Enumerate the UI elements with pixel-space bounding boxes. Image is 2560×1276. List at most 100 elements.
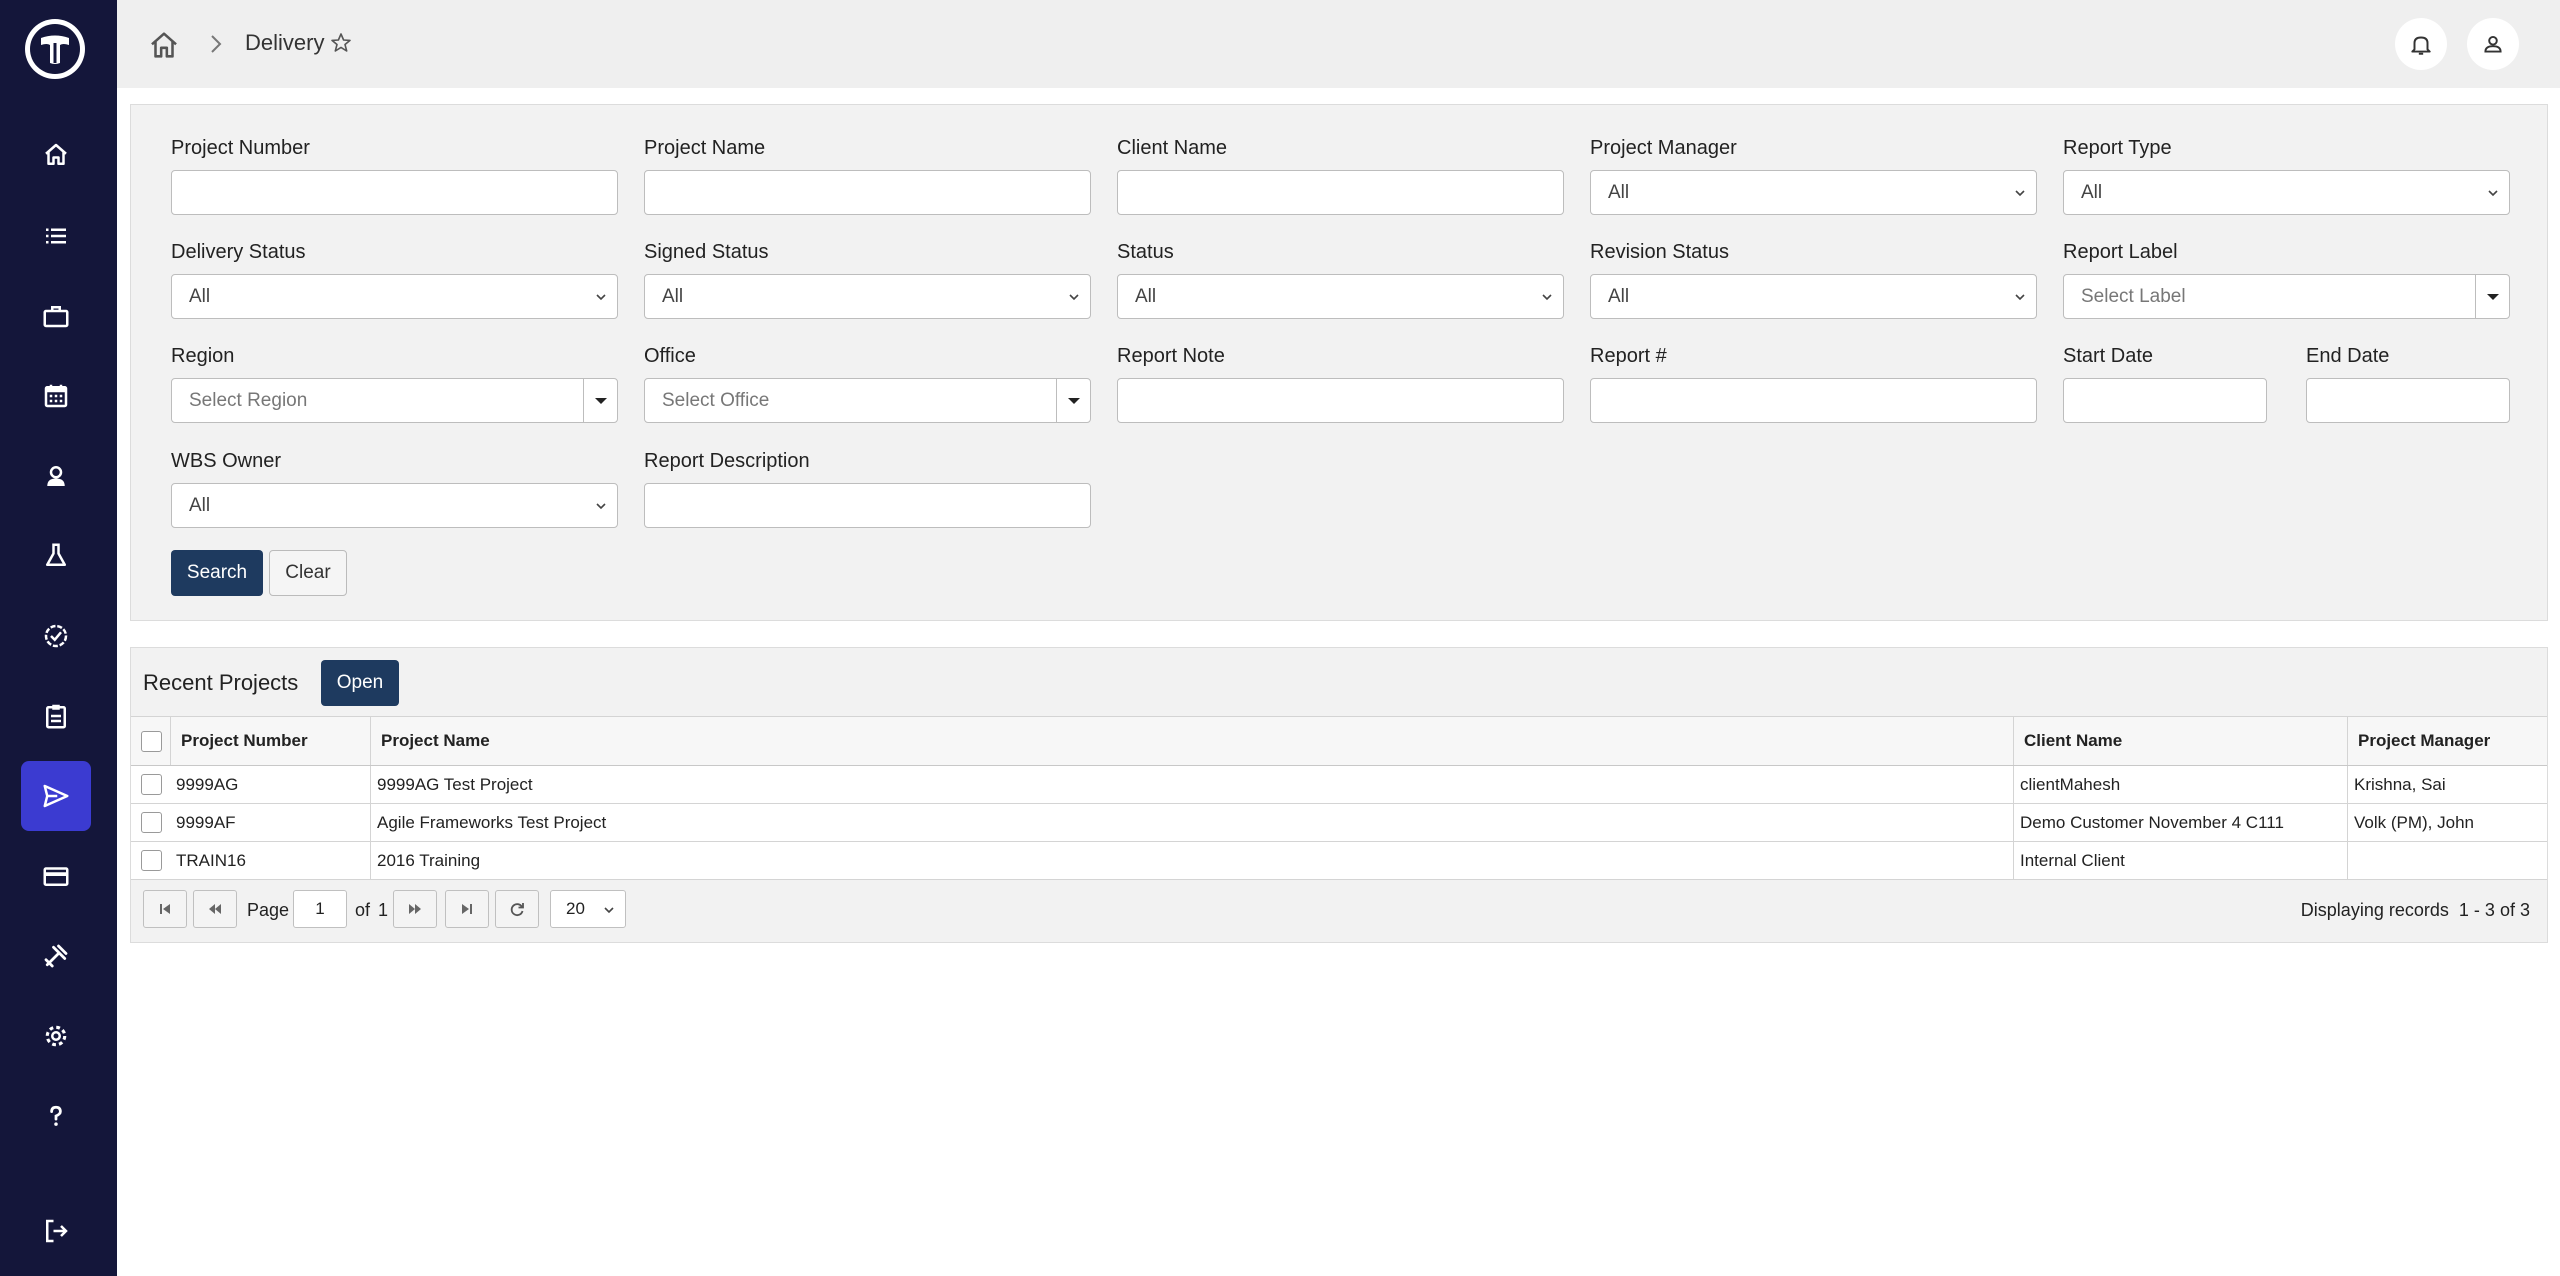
start-date-input[interactable] [2063,378,2267,423]
refresh-button[interactable] [495,890,539,928]
user-menu-button[interactable] [2467,18,2519,70]
wbs-owner-select[interactable]: All [171,483,618,528]
chevron-down-icon [596,294,606,301]
project-manager-cell: Krishna, Sai [2347,766,2547,803]
row-select-cell [131,842,170,879]
company-logo[interactable] [25,19,85,79]
column-header-client-name[interactable]: Client Name [2013,717,2347,765]
open-button[interactable]: Open [321,660,399,706]
caret-down-icon [594,397,607,404]
row-checkbox[interactable] [141,812,162,833]
chevron-down-icon [596,503,606,510]
records-range-end: 3 [2484,900,2495,920]
sidebar-item-billing[interactable] [21,841,91,911]
grid-header-row: Project Number Project Name Client Name … [131,716,2547,766]
table-row[interactable]: 9999AG 9999AG Test Project clientMahesh … [131,766,2547,804]
region-dropdown-button[interactable] [583,379,617,422]
wbs-owner-label: WBS Owner [171,450,282,472]
delivery-status-select[interactable]: All [171,274,618,319]
office-dropdown-button[interactable] [1056,379,1090,422]
report-number-input[interactable] [1590,378,2037,423]
chevron-down-icon [604,907,614,914]
select-all-checkbox[interactable] [141,730,162,752]
sidebar-item-reports[interactable] [21,681,91,751]
page-number-input[interactable]: 1 [293,890,347,928]
office-combo[interactable]: Select Office [644,378,1091,423]
project-manager-value: All [1608,181,1630,203]
report-type-label: Report Type [2063,137,2172,159]
chevron-down-icon [1542,294,1552,301]
column-header-project-manager[interactable]: Project Manager [2347,717,2547,765]
status-select[interactable]: All [1117,274,1564,319]
sidebar-item-lab[interactable] [21,521,91,591]
project-name-label: Project Name [644,137,766,159]
report-note-input[interactable] [1117,378,1564,423]
logo-glyph [41,35,69,64]
region-placeholder: Select Region [189,389,308,411]
client-name-input[interactable] [1117,170,1564,215]
client-name-cell: Demo Customer November 4 C111 [2013,804,2347,841]
column-header-project-number[interactable]: Project Number [170,717,370,765]
column-header-project-name[interactable]: Project Name [370,717,2013,765]
tools-icon [44,944,68,968]
project-manager-cell: Volk (PM), John [2347,804,2547,841]
records-range-start: 1 [2458,900,2469,920]
row-checkbox[interactable] [141,850,162,871]
last-page-button[interactable] [445,890,489,928]
page-size-select[interactable]: 20 [550,890,626,928]
question-icon [50,1105,62,1126]
records-of-label: of [2499,900,2515,920]
signed-status-select[interactable]: All [644,274,1091,319]
flask-icon [46,543,66,566]
briefcase-icon [43,306,69,328]
table-row[interactable]: TRAIN16 2016 Training Internal Client [131,842,2547,880]
report-label-dropdown-button[interactable] [2475,275,2509,318]
of-label: of [355,900,371,920]
prev-page-button[interactable] [193,890,237,928]
report-label-combo[interactable]: Select Label [2063,274,2510,319]
sidebar-item-help[interactable] [21,1081,91,1151]
end-date-label: End Date [2306,345,2390,367]
sidebar-item-logout[interactable] [21,1196,91,1266]
sidebar-item-list[interactable] [21,201,91,271]
sidebar-item-calendar[interactable] [21,361,91,431]
notifications-button[interactable] [2395,18,2447,70]
row-checkbox[interactable] [141,774,162,795]
next-page-button[interactable] [393,890,437,928]
table-row[interactable]: 9999AF Agile Frameworks Test Project Dem… [131,804,2547,842]
project-number-input[interactable] [171,170,618,215]
select-all-cell [131,717,170,765]
sidebar-item-people[interactable] [21,441,91,511]
project-manager-select[interactable]: All [1590,170,2037,215]
breadcrumb-home-icon[interactable] [147,28,181,62]
report-description-input[interactable] [644,483,1091,528]
clear-button[interactable]: Clear [269,550,347,596]
report-label-placeholder: Select Label [2081,285,2186,307]
sidebar-item-approvals[interactable] [21,601,91,671]
sidebar-item-settings[interactable] [21,1001,91,1071]
chevron-down-icon [2015,190,2025,197]
project-name-cell: Agile Frameworks Test Project [370,804,2013,841]
credit-card-icon [43,867,69,886]
sidebar-item-tools[interactable] [21,921,91,991]
chevron-down-icon [2015,294,2025,301]
report-type-select[interactable]: All [2063,170,2510,215]
sidebar-item-delivery[interactable] [21,761,91,831]
office-placeholder: Select Office [662,389,770,411]
region-combo[interactable]: Select Region [171,378,618,423]
sidebar-item-home[interactable] [21,120,91,190]
region-label: Region [171,345,235,367]
top-bar: Delivery [117,0,2560,88]
pagination-bar: Page 1 of 1 20 Displaying records 1 - 3 … [131,878,2547,942]
search-button[interactable]: Search [171,550,263,596]
first-page-button[interactable] [143,890,187,928]
end-date-input[interactable] [2306,378,2510,423]
revision-status-select[interactable]: All [1590,274,2037,319]
fast-forward-icon [409,904,421,914]
client-name-cell: clientMahesh [2013,766,2347,803]
favorite-star-icon[interactable] [329,31,353,55]
project-name-input[interactable] [644,170,1091,215]
report-label-label: Report Label [2063,241,2178,263]
revision-status-label: Revision Status [1590,241,1729,263]
sidebar-item-projects[interactable] [21,281,91,351]
